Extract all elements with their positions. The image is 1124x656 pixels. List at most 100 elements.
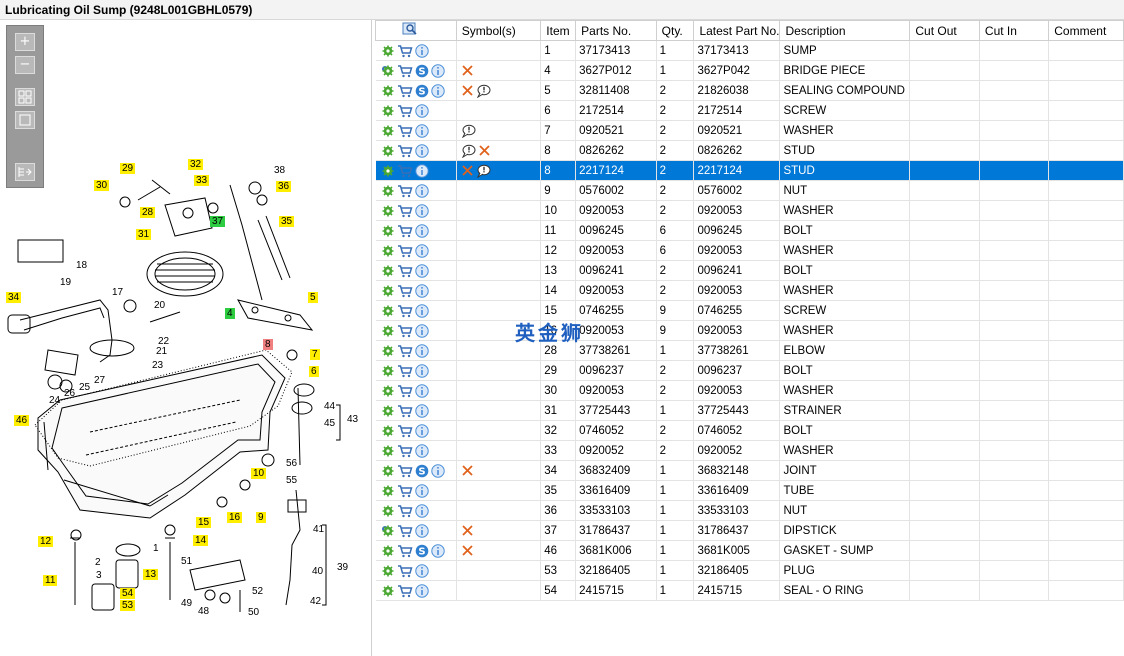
callout-42[interactable]: 42 (308, 596, 323, 607)
callout-32[interactable]: 32 (188, 159, 204, 170)
table-row[interactable]: 31 37725443 1 37725443 STRAINER (375, 400, 1124, 421)
not-interchangeable-icon[interactable] (461, 464, 474, 477)
part-details-icon[interactable] (381, 384, 395, 398)
callout-43[interactable]: 43 (345, 414, 360, 425)
callout-18[interactable]: 18 (74, 260, 89, 271)
remark-icon[interactable] (476, 84, 491, 98)
info-icon[interactable] (414, 203, 429, 218)
supersession-icon[interactable]: S (415, 64, 429, 78)
add-to-cart-icon[interactable] (397, 364, 413, 378)
info-icon[interactable] (414, 363, 429, 378)
callout-44[interactable]: 44 (322, 401, 337, 412)
remark-icon[interactable] (461, 124, 476, 138)
callout-45[interactable]: 45 (322, 418, 337, 429)
info-icon[interactable] (414, 143, 429, 158)
info-icon[interactable] (414, 563, 429, 578)
add-to-cart-icon[interactable] (397, 184, 413, 198)
callout-30[interactable]: 30 (94, 180, 110, 191)
callout-36[interactable]: 36 (276, 181, 292, 192)
remark-icon[interactable] (461, 144, 476, 158)
table-row[interactable]: S 4 3627P012 1 3627P042 BRIDGE PIECE (375, 60, 1124, 81)
info-icon[interactable] (414, 303, 429, 318)
part-details-icon[interactable] (381, 184, 395, 198)
add-to-cart-icon[interactable] (397, 244, 413, 258)
add-to-cart-icon[interactable] (397, 224, 413, 238)
callout-23[interactable]: 23 (150, 360, 165, 371)
callout-33[interactable]: 33 (194, 175, 210, 186)
part-details-icon[interactable] (381, 424, 395, 438)
add-to-cart-icon[interactable] (397, 264, 413, 278)
callout-53[interactable]: 53 (120, 600, 136, 611)
callout-49[interactable]: 49 (179, 598, 194, 609)
callout-11[interactable]: 11 (43, 575, 58, 586)
table-row[interactable]: 10 0920053 2 0920053 WASHER (375, 200, 1124, 221)
supersession-icon[interactable]: S (415, 544, 429, 558)
table-row[interactable]: S 46 3681K006 1 3681K005 GASKET - SUMP (375, 540, 1124, 561)
column-header-comment[interactable]: Comment (1048, 20, 1124, 41)
table-row[interactable]: 16 0920053 9 0920053 WASHER (375, 320, 1124, 341)
part-details-icon[interactable] (381, 264, 395, 278)
table-row[interactable]: 9 0576002 2 0576002 NUT (375, 180, 1124, 201)
search-parts-icon[interactable] (402, 22, 418, 36)
table-row[interactable]: 6 2172514 2 2172514 SCREW (375, 100, 1124, 121)
callout-1[interactable]: 1 (151, 543, 161, 554)
part-details-icon[interactable] (381, 84, 395, 98)
callout-27[interactable]: 27 (92, 375, 107, 386)
info-icon[interactable] (414, 503, 429, 518)
info-icon[interactable] (414, 163, 429, 178)
diagram-pane[interactable]: + − 29 32 38 30 33 36 28 37 35 31 18 19 … (0, 20, 372, 656)
add-to-cart-icon[interactable] (397, 504, 413, 518)
callout-40[interactable]: 40 (310, 566, 325, 577)
add-to-cart-icon[interactable] (397, 204, 413, 218)
part-details-icon[interactable] (381, 164, 395, 178)
callout-52[interactable]: 52 (250, 586, 265, 597)
table-row[interactable]: 35 33616409 1 33616409 TUBE (375, 480, 1124, 501)
column-header-description[interactable]: Description (779, 20, 911, 41)
part-details-icon[interactable] (381, 404, 395, 418)
add-to-cart-icon[interactable] (397, 424, 413, 438)
callout-39[interactable]: 39 (335, 562, 350, 573)
not-interchangeable-icon[interactable] (461, 524, 474, 537)
part-details-icon[interactable] (381, 464, 395, 478)
add-to-cart-icon[interactable] (397, 544, 413, 558)
add-to-cart-icon[interactable] (397, 144, 413, 158)
part-details-icon[interactable] (381, 284, 395, 298)
callout-9[interactable]: 9 (256, 512, 266, 523)
part-details-icon[interactable] (381, 224, 395, 238)
info-icon[interactable] (430, 63, 445, 78)
column-header-cut-in[interactable]: Cut In (978, 20, 1050, 41)
actual-size-icon[interactable] (15, 111, 35, 129)
info-icon[interactable] (414, 43, 429, 58)
callout-25[interactable]: 25 (77, 382, 92, 393)
info-icon[interactable] (414, 423, 429, 438)
table-row[interactable]: 8 0826262 2 0826262 STUD (375, 140, 1124, 161)
callout-2[interactable]: 2 (93, 557, 103, 568)
part-details-icon[interactable] (381, 524, 395, 538)
table-row[interactable]: S 5 32811408 2 21826038 SEALING COMPOUND (375, 80, 1124, 101)
callout-13[interactable]: 13 (143, 569, 159, 580)
callout-7[interactable]: 7 (310, 349, 320, 360)
table-row[interactable]: 13 0096241 2 0096241 BOLT (375, 260, 1124, 281)
table-row[interactable]: S 34 36832409 1 36832148 JOINT (375, 460, 1124, 481)
add-to-cart-icon[interactable] (397, 84, 413, 98)
table-row[interactable]: 14 0920053 2 0920053 WASHER (375, 280, 1124, 301)
part-details-icon[interactable] (381, 104, 395, 118)
part-details-icon[interactable] (381, 364, 395, 378)
part-details-icon[interactable] (381, 444, 395, 458)
part-details-icon[interactable] (381, 64, 395, 78)
not-interchangeable-icon[interactable] (478, 144, 491, 157)
part-details-icon[interactable] (381, 124, 395, 138)
callout-46[interactable]: 46 (14, 415, 30, 426)
callout-20[interactable]: 20 (152, 300, 167, 311)
add-to-cart-icon[interactable] (397, 384, 413, 398)
callout-5[interactable]: 5 (308, 292, 318, 303)
column-header-latest-part-no[interactable]: Latest Part No. (693, 20, 781, 41)
info-icon[interactable] (430, 463, 445, 478)
table-row[interactable]: 8 2217124 2 2217124 STUD (375, 160, 1124, 181)
fit-page-icon[interactable] (15, 88, 35, 106)
not-interchangeable-icon[interactable] (461, 164, 474, 177)
callout-24[interactable]: 24 (47, 395, 62, 406)
callout-35[interactable]: 35 (279, 216, 295, 227)
table-row[interactable]: 29 0096237 2 0096237 BOLT (375, 360, 1124, 381)
add-to-cart-icon[interactable] (397, 284, 413, 298)
